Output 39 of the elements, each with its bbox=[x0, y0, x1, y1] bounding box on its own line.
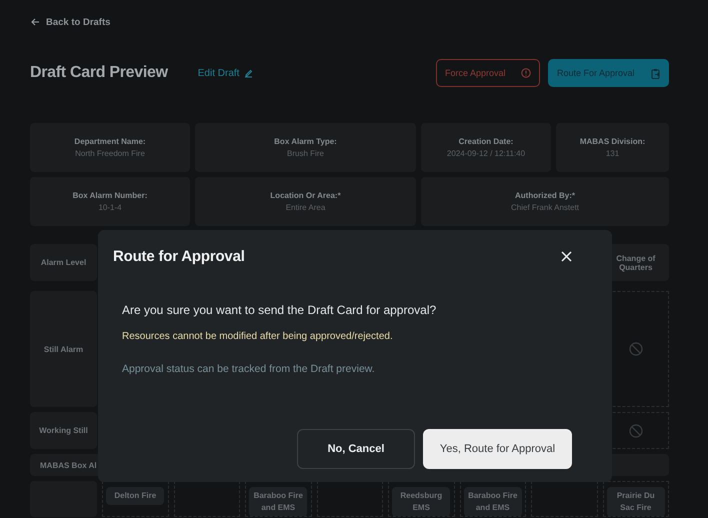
pencil-icon bbox=[244, 68, 254, 78]
arrow-left-icon bbox=[31, 18, 40, 26]
row-header: Alarm Level bbox=[30, 244, 97, 281]
dialog-title: Route for Approval bbox=[113, 248, 245, 265]
clipboard-icon bbox=[651, 68, 660, 78]
field-value: 10-1-4 bbox=[98, 203, 122, 212]
unit-chip: Baraboo Fire and EMS bbox=[249, 487, 308, 516]
back-link[interactable]: Back to Drafts bbox=[31, 16, 110, 28]
unit-chip: Prairie Du Sac Fire bbox=[606, 487, 665, 516]
field-label: Authorized By:* bbox=[515, 191, 575, 200]
unit-chip: Delton Fire bbox=[106, 487, 164, 505]
close-icon bbox=[561, 251, 572, 262]
confirm-button[interactable]: Yes, Route for Approval bbox=[423, 429, 572, 469]
field-label: Box Alarm Number: bbox=[72, 191, 148, 200]
warning-text: Resources cannot be modified after being approved/rejected. bbox=[122, 331, 394, 342]
edit-link[interactable]: Edit Draft bbox=[198, 68, 254, 78]
alert-circle-icon bbox=[521, 68, 531, 78]
field-label: MABAS Division: bbox=[580, 137, 646, 146]
cancel-button[interactable]: No, Cancel bbox=[297, 429, 415, 469]
dialog-question: Are you sure you want to send the Draft Card for approval? bbox=[122, 303, 438, 317]
note-text: Approval status can be tracked from the Draft preview. bbox=[122, 363, 376, 375]
field-value: Brush Fire bbox=[287, 149, 324, 158]
field-label: Creation Date: bbox=[458, 137, 514, 146]
close-button[interactable] bbox=[559, 249, 574, 264]
field-value: North Freedom Fire bbox=[75, 149, 145, 158]
field-value: 2024-09-12 / 12:11:40 bbox=[446, 149, 526, 158]
field-label: Location Or Area:* bbox=[270, 191, 341, 200]
unit-chip: Baraboo Fire and EMS bbox=[464, 487, 522, 516]
field-value: Entire Area bbox=[286, 203, 326, 212]
field-value: 131 bbox=[606, 149, 620, 158]
row-header: Working Still bbox=[30, 412, 97, 449]
unit-chip: Reedsburg EMS bbox=[392, 487, 450, 516]
page-title: Draft Card Preview bbox=[30, 64, 168, 82]
field-value: Chief Frank Anstett bbox=[510, 203, 580, 212]
field-label: Department Name: bbox=[74, 137, 146, 146]
field-label: Box Alarm Type: bbox=[274, 137, 337, 146]
row-header: Still Alarm bbox=[30, 291, 97, 407]
ban-icon bbox=[628, 424, 643, 438]
ban-icon bbox=[628, 342, 643, 356]
